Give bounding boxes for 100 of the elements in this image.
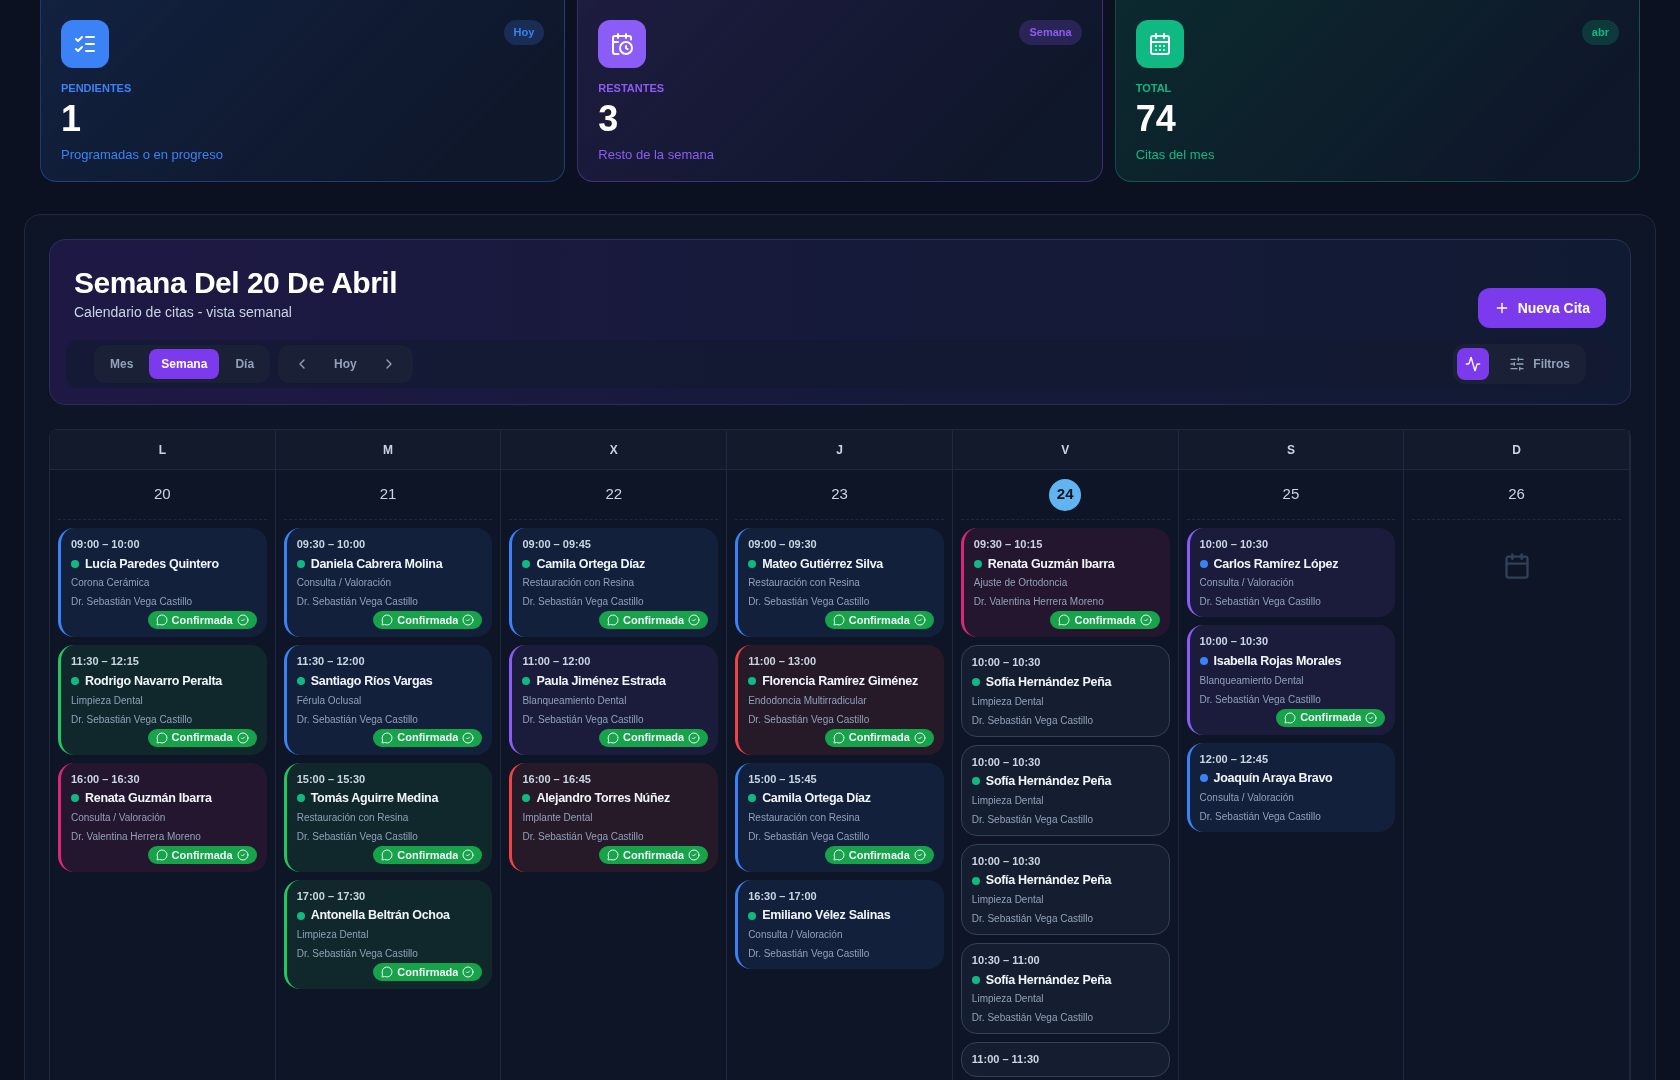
treatment-text: Restauración con Resina: [522, 576, 636, 591]
appointment-card[interactable]: 09:00 – 09:30 Mateo Gutiérrez Silva Restauración con Resina Dr. Sebastián Vega Castillo Confirmada: [735, 528, 944, 638]
chat-icon: [373, 728, 398, 747]
appointment-time: 09:00 – 10:00: [71, 537, 141, 552]
period-badge: abr: [1581, 20, 1619, 45]
view-tab[interactable]: Semana: [149, 349, 220, 379]
patient-name: Sofía Hernández Peña: [985, 971, 1112, 989]
appointment-card[interactable]: 11:00 – 12:00 Paula Jiménez Estrada Blanqueamiento Dental Dr. Sebastián Vega Castillo Confirmada: [509, 645, 719, 755]
chat-icon: [1276, 708, 1301, 727]
doctor-name: Dr. Sebastián Vega Castillo: [971, 812, 1095, 827]
view-tab[interactable]: Día: [223, 349, 267, 379]
appointment-card[interactable]: 09:30 – 10:15 Renata Guzmán Ibarra Ajuste de Ortodoncia Dr. Valentina Herrera Moreno Confirmada: [960, 528, 1170, 638]
appointment-card[interactable]: 10:00 – 10:30 Carlos Ramírez López Consulta / Valoración Dr. Sebastián Vega Castillo: [1186, 528, 1396, 618]
appointment-card[interactable]: 09:30 – 10:00 Daniela Cabrera Molina Consulta / Valoración Dr. Sebastián Vega Castillo Confirmada: [283, 528, 493, 638]
chat-icon: [147, 845, 172, 864]
confirmed-badge: Confirmada: [623, 728, 685, 747]
doctor-name: Dr. Sebastián Vega Castillo: [296, 712, 419, 727]
day-number[interactable]: 22: [605, 483, 623, 506]
view-tab[interactable]: Mes: [98, 349, 146, 379]
activity-button[interactable]: [1457, 348, 1490, 380]
appointment-card[interactable]: 16:00 – 16:45 Alejandro Torres Núñez Implante Dental Dr. Sebastián Vega Castillo Confirmada: [509, 762, 719, 872]
patient-name: Carlos Ramírez López: [1213, 555, 1339, 573]
appointment-card[interactable]: 15:00 – 15:30 Tomás Aguirre Medina Restauración con Resina Dr. Sebastián Vega Castillo Confirmada: [283, 762, 493, 872]
appointment-card[interactable]: 16:30 – 17:00 Emiliano Vélez Salinas Consulta / Valoración Dr. Sebastián Vega Castillo: [735, 879, 944, 969]
patient-name: Santiago Ríos Vargas: [310, 672, 433, 690]
appointment-time: 10:00 – 10:30: [971, 655, 1042, 671]
weekday-label: J: [836, 441, 843, 459]
patient-name: Alejandro Torres Núñez: [536, 790, 670, 807]
chat-icon: [599, 845, 623, 864]
appointment-card[interactable]: 10:30 – 11:00 Sofía Hernández Peña Limpieza Dental Dr. Sebastián Vega Castillo: [960, 943, 1170, 1035]
appointment-time: 09:00 – 09:30: [748, 537, 818, 552]
appointment-card[interactable]: 10:00 – 10:30 Isabella Rojas Morales Blanqueamiento Dental Dr. Sebastián Vega Castillo Confirmada: [1186, 625, 1396, 735]
stat-value: 1: [61, 100, 83, 137]
appointment-time: 09:00 – 09:45: [522, 537, 592, 552]
appointment-card[interactable]: 10:00 – 10:30 Sofía Hernández Peña Limpieza Dental Dr. Sebastián Vega Castillo: [960, 843, 1170, 935]
appointment-card[interactable]: 09:00 – 10:00 Lucía Paredes Quintero Corona Cerámica Dr. Sebastián Vega Castillo Confirmada: [58, 528, 267, 638]
today-button[interactable]: Hoy: [322, 355, 369, 373]
day-number[interactable]: 26: [1508, 483, 1525, 506]
treatment-text: Blanqueamiento Dental: [1199, 673, 1305, 688]
appointment-card[interactable]: 12:00 – 12:45 Joaquín Araya Bravo Consulta / Valoración Dr. Sebastián Vega Castillo: [1186, 742, 1396, 832]
appointment-card[interactable]: 15:00 – 15:45 Camila Ortega Díaz Restauración con Resina Dr. Sebastián Vega Castillo Confirmada: [735, 762, 944, 872]
chat-icon: [373, 611, 398, 630]
treatment-text: Ajuste de Ortodoncia: [973, 576, 1069, 591]
treatment-text: Implante Dental: [522, 810, 594, 825]
patient-name: Florencia Ramírez Giménez: [762, 672, 918, 690]
confirmed-badge: Confirmada: [397, 728, 459, 747]
stat-value: 3: [598, 100, 620, 137]
weekday-label: L: [158, 441, 166, 459]
treatment-text: Limpieza Dental: [971, 893, 1045, 907]
stat-caption: Resto de la semana: [598, 145, 715, 164]
day-number[interactable]: 20: [154, 483, 171, 506]
weekday-label: M: [383, 441, 394, 459]
treatment-text: Corona Cerámica: [71, 576, 151, 591]
weekday-label: S: [1286, 441, 1295, 459]
doctor-name: Dr. Sebastián Vega Castillo: [522, 595, 645, 610]
treatment-text: Consulta / Valoración: [71, 810, 167, 825]
appointment-card[interactable]: 11:30 – 12:15 Rodrigo Navarro Peralta Limpieza Dental Dr. Sebastián Vega Castillo Confirmada: [58, 645, 267, 755]
patient-name: Mateo Gutiérrez Silva: [762, 555, 883, 573]
patient-name: Sofía Hernández Peña: [985, 673, 1112, 691]
doctor-name: Dr. Sebastián Vega Castillo: [971, 1011, 1095, 1026]
treatment-text: Consulta / Valoración: [1199, 576, 1295, 591]
appointment-time: 17:00 – 17:30: [296, 888, 367, 904]
treatment-text: Limpieza Dental: [971, 992, 1045, 1007]
doctor-name: Dr. Sebastián Vega Castillo: [748, 712, 871, 727]
appointment-card[interactable]: 11:00 – 13:00 Florencia Ramírez Giménez Endodoncia Multirradicular Dr. Sebastián Vega Castillo Confirmada: [735, 645, 944, 755]
chat-icon: [824, 845, 849, 864]
weekday-label: X: [609, 441, 618, 459]
appointment-card[interactable]: 16:00 – 16:30 Renata Guzmán Ibarra Consulta / Valoración Dr. Valentina Herrera Moreno Confirmada: [58, 762, 267, 872]
period-badge: Semana: [1019, 20, 1082, 45]
chat-icon: [824, 728, 849, 747]
day-number[interactable]: 21: [379, 483, 397, 506]
patient-name: Sofía Hernández Peña: [985, 872, 1112, 890]
appointment-time: 10:30 – 11:00: [971, 953, 1041, 968]
appointment-time: 11:30 – 12:00: [296, 654, 366, 670]
appointment-card[interactable]: 10:00 – 10:30 Sofía Hernández Peña Limpieza Dental Dr. Sebastián Vega Castillo: [960, 645, 1170, 737]
appointment-time: 10:00 – 10:30: [1199, 537, 1270, 552]
appointment-time: 10:00 – 10:30: [971, 853, 1042, 869]
treatment-text: Restauración con Resina: [296, 810, 410, 825]
doctor-name: Dr. Sebastián Vega Castillo: [971, 912, 1095, 926]
patient-name: Emiliano Vélez Salinas: [762, 907, 891, 925]
confirmed-badge: Confirmada: [1074, 611, 1136, 630]
day-number[interactable]: 23: [831, 483, 848, 506]
appointment-card[interactable]: 11:00 – 11:30: [960, 1042, 1170, 1077]
appointment-card[interactable]: 17:00 – 17:30 Antonella Beltrán Ochoa Limpieza Dental Dr. Sebastián Vega Castillo Confirmada: [283, 879, 493, 989]
appointment-time: 11:00 – 13:00: [748, 654, 818, 670]
appointment-card[interactable]: 11:30 – 12:00 Santiago Ríos Vargas Férula Oclusal Dr. Sebastián Vega Castillo Confirmada: [283, 645, 493, 755]
chat-icon: [147, 728, 172, 747]
appointment-time: 11:00 – 12:00: [522, 654, 592, 670]
doctor-name: Dr. Sebastián Vega Castillo: [1199, 595, 1322, 610]
stat-value: 74: [1135, 100, 1177, 137]
new-appointment-button[interactable]: Nueva Cita: [1477, 288, 1606, 328]
day-number[interactable]: 24: [1049, 478, 1082, 511]
appointment-time: 12:00 – 12:45: [1199, 751, 1270, 767]
appointment-time: 15:00 – 15:45: [748, 771, 818, 787]
appointment-card[interactable]: 10:00 – 10:30 Sofía Hernández Peña Limpieza Dental Dr. Sebastián Vega Castillo: [960, 744, 1170, 836]
day-number[interactable]: 25: [1282, 483, 1300, 506]
confirmed-badge: Confirmada: [623, 845, 685, 864]
appointment-card[interactable]: 09:00 – 09:45 Camila Ortega Díaz Restauración con Resina Dr. Sebastián Vega Castillo Confirmada: [509, 528, 719, 638]
doctor-name: Dr. Sebastián Vega Castillo: [522, 712, 645, 727]
doctor-name: Dr. Sebastián Vega Castillo: [296, 947, 419, 961]
